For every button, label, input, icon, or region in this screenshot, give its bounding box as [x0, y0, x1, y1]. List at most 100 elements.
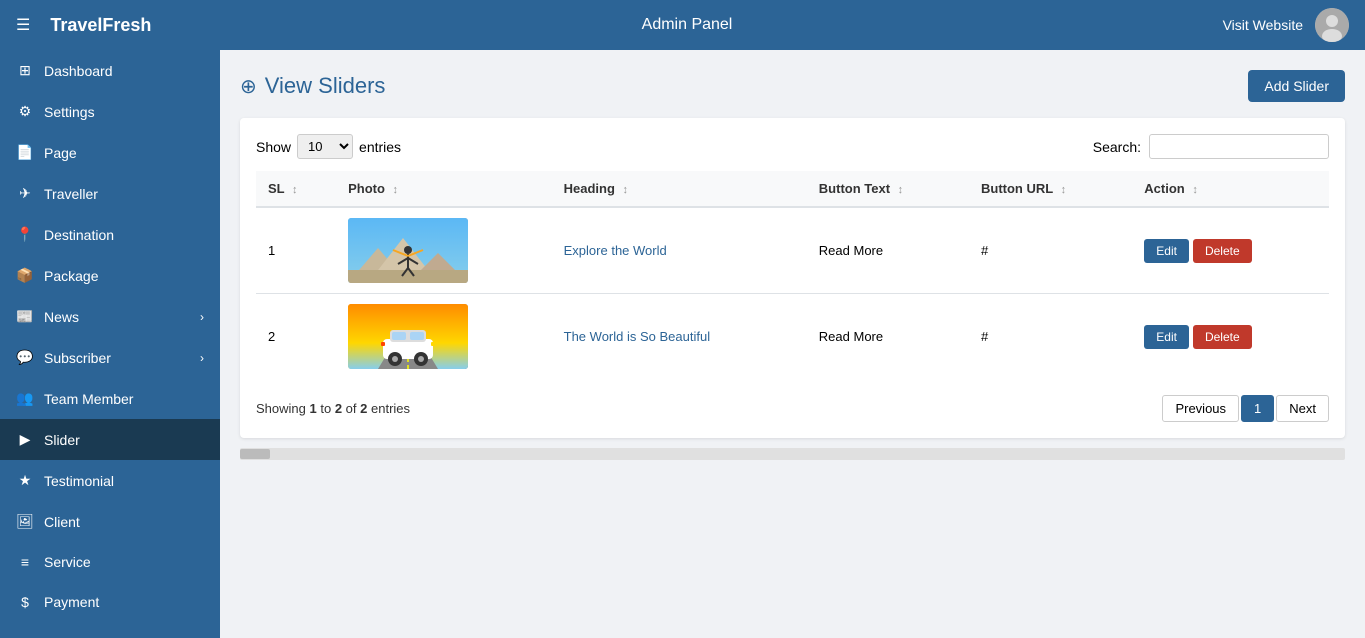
sidebar-item-traveller[interactable]: ✈ Traveller — [0, 173, 220, 214]
table-row: 2 — [256, 294, 1329, 380]
slider-icon: ▶ — [16, 431, 34, 448]
col-button-text: Button Text ↕ — [807, 171, 969, 207]
panel-title: Admin Panel — [642, 16, 733, 34]
scrollbar-thumb — [240, 449, 270, 459]
cell-button-url: # — [969, 207, 1132, 294]
page-icon: 📄 — [16, 144, 34, 161]
service-icon: ≡ — [16, 554, 34, 570]
sidebar-label-settings: Settings — [44, 104, 95, 120]
showing-of: 2 — [360, 401, 367, 416]
cell-action: EditDelete — [1132, 294, 1329, 380]
sidebar-label-slider: Slider — [44, 432, 80, 448]
cell-action: EditDelete — [1132, 207, 1329, 294]
next-button[interactable]: Next — [1276, 395, 1329, 422]
package-icon: 📦 — [16, 267, 34, 284]
sidebar-item-subscriber[interactable]: 💬 Subscriber › — [0, 337, 220, 378]
traveller-icon: ✈ — [16, 185, 34, 202]
table-header-row: SL ↕ Photo ↕ Heading ↕ Button Text ↕ But… — [256, 171, 1329, 207]
delete-button[interactable]: Delete — [1193, 239, 1252, 263]
cell-sl: 1 — [256, 207, 336, 294]
edit-button[interactable]: Edit — [1144, 239, 1189, 263]
col-photo: Photo ↕ — [336, 171, 552, 207]
arrow-icon: › — [200, 310, 204, 324]
add-slider-button[interactable]: Add Slider — [1248, 70, 1345, 102]
sidebar-label-testimonial: Testimonial — [44, 473, 114, 489]
sidebar-label-traveller: Traveller — [44, 186, 98, 202]
sidebar-item-payment[interactable]: $ Payment — [0, 582, 220, 622]
cell-button-text: Read More — [807, 294, 969, 380]
table-row: 1 — [256, 207, 1329, 294]
avatar[interactable] — [1315, 8, 1349, 42]
layout: ⊞ Dashboard ⚙ Settings 📄 Page ✈ Travelle… — [0, 50, 1365, 638]
sidebar-item-client[interactable]: 🖼 Client — [0, 501, 220, 542]
dashboard-icon: ⊞ — [16, 62, 34, 79]
page-1-button[interactable]: 1 — [1241, 395, 1274, 422]
showing-from: 1 — [309, 401, 316, 416]
arrow-icon: › — [200, 351, 204, 365]
sidebar-item-testimonial[interactable]: ★ Testimonial — [0, 460, 220, 501]
main-content: ⊕ View Sliders Add Slider Show 10 25 50 … — [220, 50, 1365, 638]
sidebar-label-news: News — [44, 309, 79, 325]
sidebar-item-service[interactable]: ≡ Service — [0, 542, 220, 582]
edit-button[interactable]: Edit — [1144, 325, 1189, 349]
sidebar-item-slider[interactable]: ▶ Slider — [0, 419, 220, 460]
col-sl: SL ↕ — [256, 171, 336, 207]
showing-to: 2 — [335, 401, 342, 416]
team-icon: 👥 — [16, 390, 34, 407]
sidebar-item-page[interactable]: 📄 Page — [0, 132, 220, 173]
sidebar-label-client: Client — [44, 514, 80, 530]
sidebar-label-dashboard: Dashboard — [44, 63, 113, 79]
sidebar-label-team-member: Team Member — [44, 391, 133, 407]
sidebar-label-service: Service — [44, 554, 91, 570]
client-icon: 🖼 — [16, 513, 34, 530]
slider-photo-2 — [348, 304, 468, 369]
pagination: Previous 1 Next — [1162, 395, 1329, 422]
col-heading: Heading ↕ — [552, 171, 807, 207]
table-body: 1 — [256, 207, 1329, 379]
sidebar-label-page: Page — [44, 145, 77, 161]
sidebar-label-subscriber: Subscriber — [44, 350, 111, 366]
heading-link[interactable]: The World is So Beautiful — [564, 329, 710, 344]
horizontal-scrollbar[interactable] — [240, 448, 1345, 460]
visit-website-link[interactable]: Visit Website — [1223, 17, 1303, 33]
slider-photo-1 — [348, 218, 468, 283]
showing-text: Showing 1 to 2 of 2 entries — [256, 401, 410, 416]
sidebar-item-settings[interactable]: ⚙ Settings — [0, 91, 220, 132]
sidebar-item-destination[interactable]: 📍 Destination — [0, 214, 220, 255]
cell-button-text: Read More — [807, 207, 969, 294]
view-sliders-icon: ⊕ — [240, 74, 257, 99]
cell-photo — [336, 294, 552, 380]
subscriber-icon: 💬 — [16, 349, 34, 366]
cell-heading: Explore the World — [552, 207, 807, 294]
showing-suffix: entries — [371, 401, 410, 416]
sidebar-item-package[interactable]: 📦 Package — [0, 255, 220, 296]
search-input[interactable] — [1149, 134, 1329, 159]
showing-of-label: of — [346, 401, 360, 416]
menu-icon[interactable]: ☰ — [16, 15, 30, 35]
sliders-table: SL ↕ Photo ↕ Heading ↕ Button Text ↕ But… — [256, 171, 1329, 379]
testimonial-icon: ★ — [16, 472, 34, 489]
cell-sl: 2 — [256, 294, 336, 380]
col-action: Action ↕ — [1132, 171, 1329, 207]
sidebar-item-team-member[interactable]: 👥 Team Member — [0, 378, 220, 419]
destination-icon: 📍 — [16, 226, 34, 243]
news-icon: 📰 — [16, 308, 34, 325]
sidebar: ⊞ Dashboard ⚙ Settings 📄 Page ✈ Travelle… — [0, 50, 220, 638]
table-controls: Show 10 25 50 100 entries Search: — [256, 134, 1329, 159]
table-head: SL ↕ Photo ↕ Heading ↕ Button Text ↕ But… — [256, 171, 1329, 207]
col-button-url: Button URL ↕ — [969, 171, 1132, 207]
cell-photo — [336, 207, 552, 294]
brand-logo: TravelFresh — [50, 15, 151, 36]
sidebar-item-dashboard[interactable]: ⊞ Dashboard — [0, 50, 220, 91]
sidebar-item-news[interactable]: 📰 News › — [0, 296, 220, 337]
payment-icon: $ — [16, 594, 34, 610]
entries-select[interactable]: 10 25 50 100 — [297, 134, 353, 159]
prev-button[interactable]: Previous — [1162, 395, 1239, 422]
heading-link[interactable]: Explore the World — [564, 243, 667, 258]
delete-button[interactable]: Delete — [1193, 325, 1252, 349]
page-title: ⊕ View Sliders — [240, 73, 385, 99]
topbar: ☰ TravelFresh Admin Panel Visit Website — [0, 0, 1365, 50]
sidebar-label-destination: Destination — [44, 227, 114, 243]
page-header: ⊕ View Sliders Add Slider — [240, 70, 1345, 102]
show-label: Show — [256, 139, 291, 155]
